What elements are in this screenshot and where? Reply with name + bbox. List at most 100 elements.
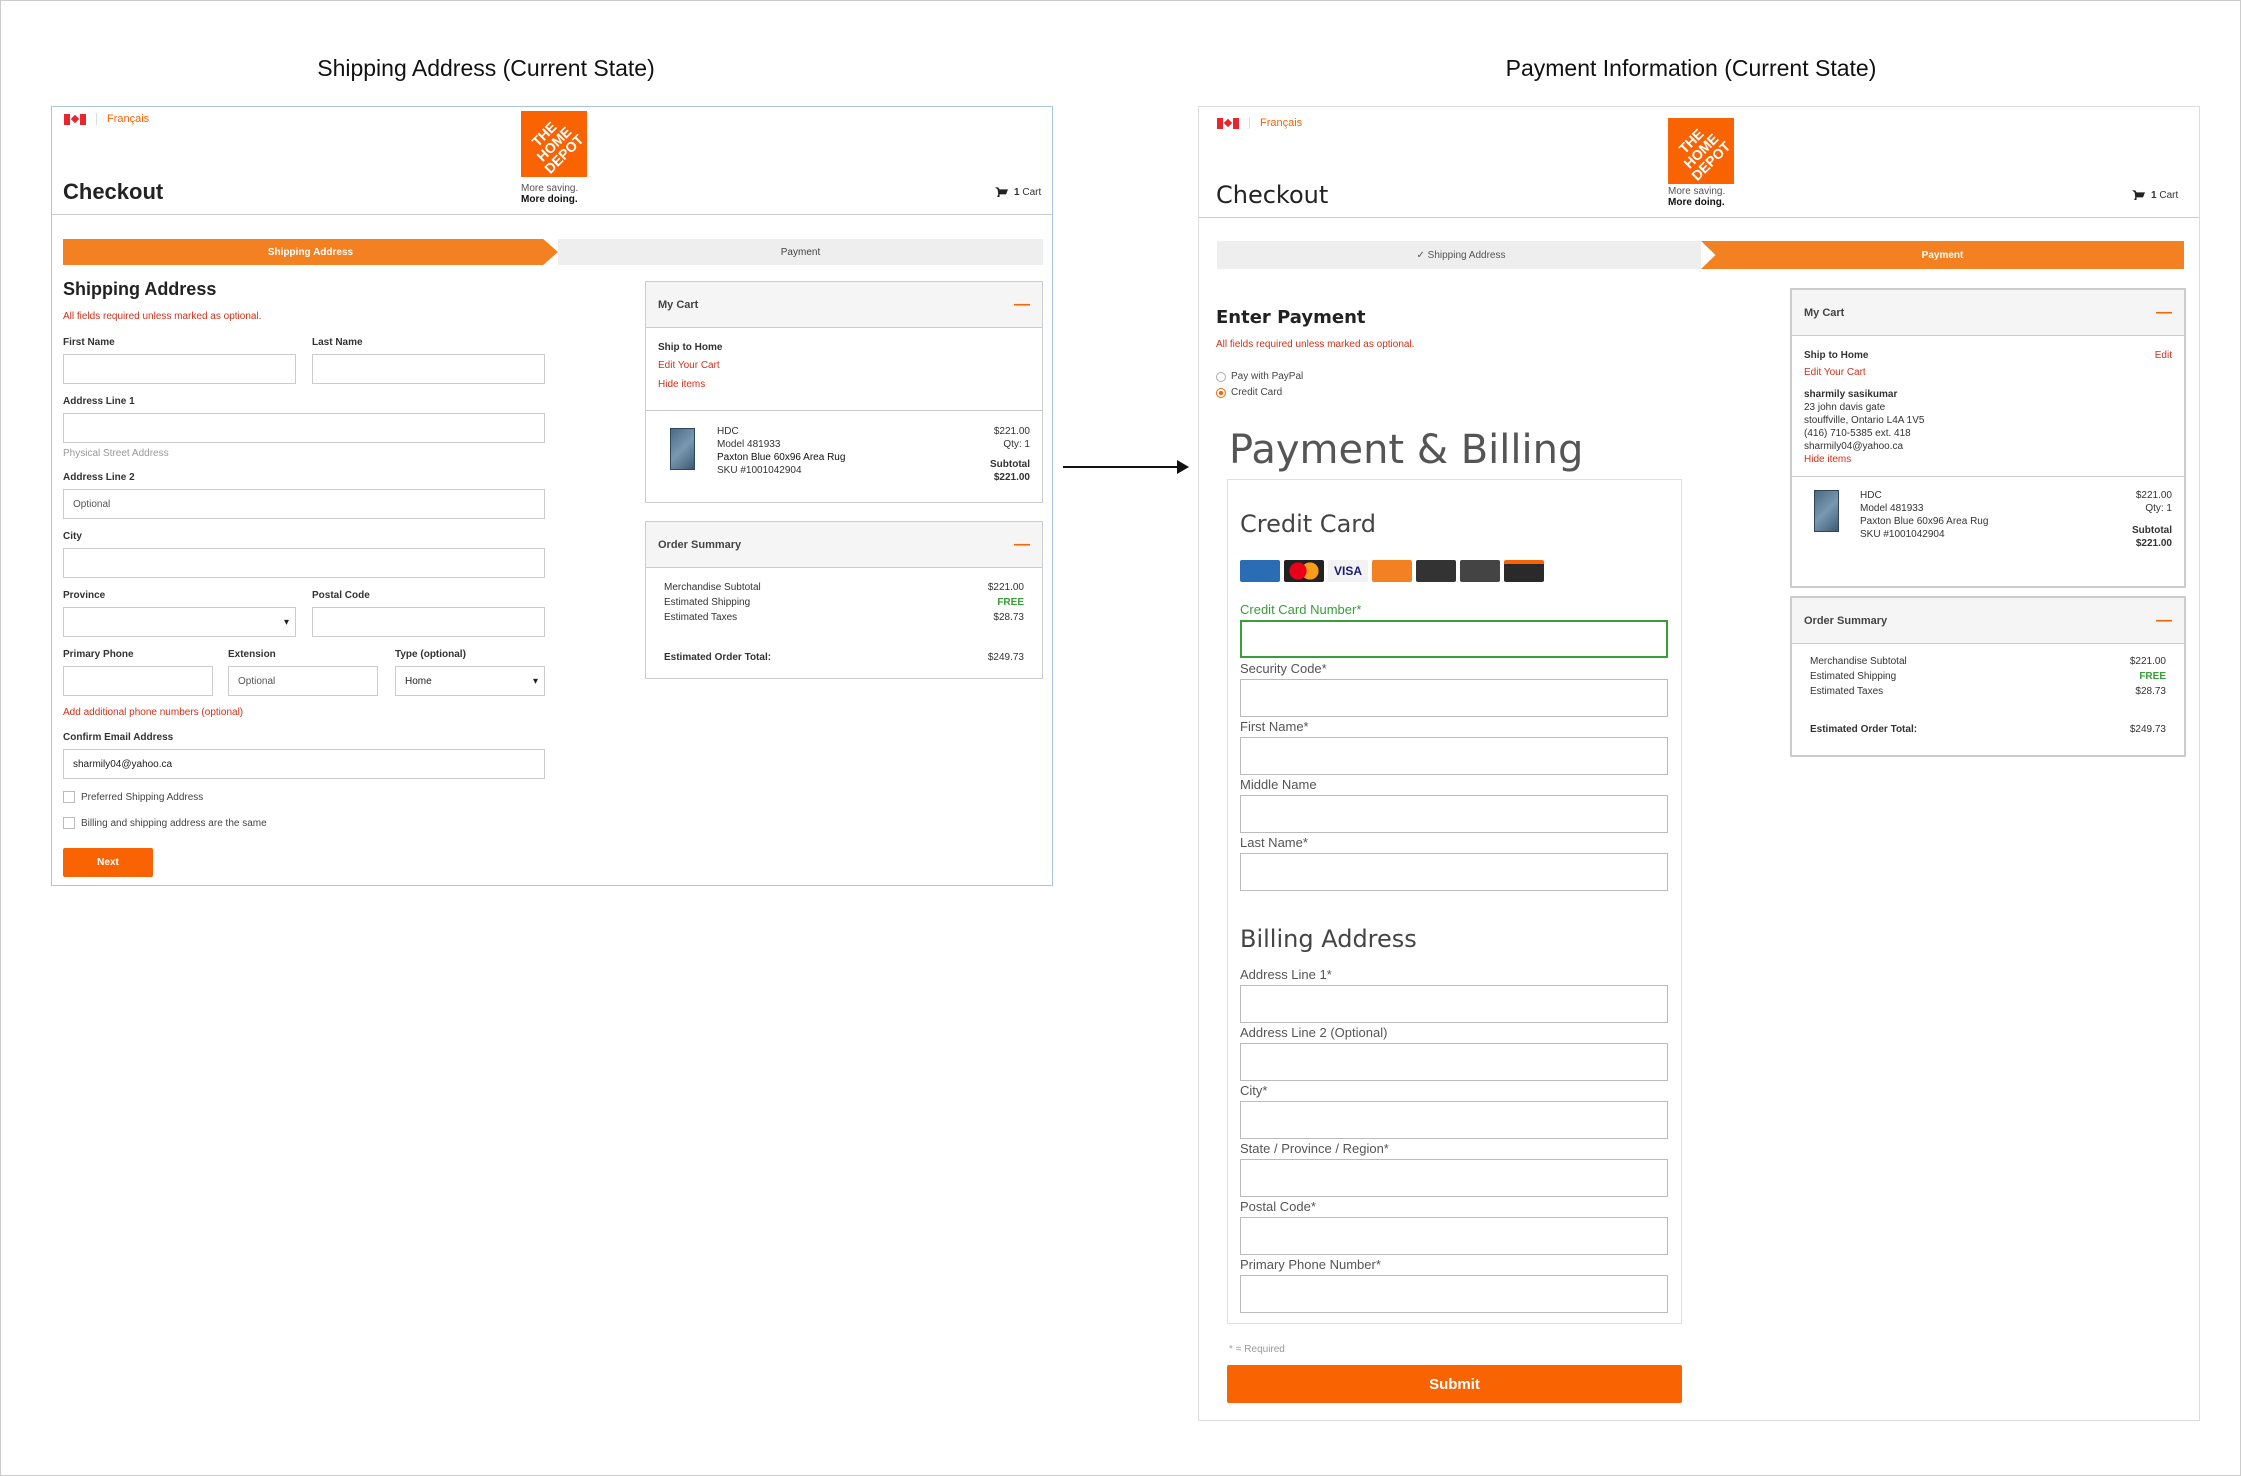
- billing-phone-input[interactable]: [1240, 1275, 1668, 1313]
- step-payment[interactable]: Payment: [1701, 241, 2184, 269]
- extension-label: Extension: [228, 649, 276, 660]
- mastercard-icon: [1284, 560, 1324, 582]
- lang-link[interactable]: Français: [1249, 117, 1302, 129]
- postal-input[interactable]: [312, 607, 545, 637]
- add-phone-link[interactable]: Add additional phone numbers (optional): [63, 707, 243, 718]
- payment-form: Credit Card VISA Credit Card Number* Sec…: [1227, 479, 1682, 1324]
- first-name-input[interactable]: [63, 354, 296, 384]
- email-label: Confirm Email Address: [63, 732, 174, 743]
- preferred-shipping-checkbox[interactable]: Preferred Shipping Address: [63, 791, 203, 803]
- order-total-label: Estimated Order Total:: [664, 652, 772, 663]
- left-caption: Shipping Address (Current State): [317, 55, 655, 81]
- subtotal-label: Subtotal: [2132, 525, 2172, 536]
- order-summary-header[interactable]: Order Summary —: [1792, 598, 2184, 644]
- email-input[interactable]: sharmily04@yahoo.ca: [63, 749, 545, 779]
- billing-address1-input[interactable]: [1240, 985, 1668, 1023]
- order-summary-panel: Order Summary — Merchandise Subtotal $221…: [1790, 596, 2186, 757]
- rug-thumbnail[interactable]: [1814, 490, 1839, 532]
- address-line: sharmily04@yahoo.ca: [1804, 441, 1904, 452]
- billing-address2-input[interactable]: [1240, 1043, 1668, 1081]
- billing-phone-label: Primary Phone Number*: [1240, 1257, 1381, 1272]
- edit-cart-link[interactable]: Edit Your Cart: [1804, 367, 1866, 378]
- address1-label: Address Line 1: [63, 396, 135, 407]
- billing-address2-label: Address Line 2 (Optional): [1240, 1025, 1388, 1040]
- billing-city-input[interactable]: [1240, 1101, 1668, 1139]
- step-shipping[interactable]: Shipping Address: [63, 239, 558, 265]
- locale-switch: Français: [1217, 117, 1302, 129]
- home-depot-logo[interactable]: THE HOME DEPOT: [521, 111, 587, 177]
- postal-label: Postal Code: [312, 590, 370, 601]
- province-select[interactable]: [63, 607, 296, 637]
- address-name: sharmily sasikumar: [1804, 389, 1898, 400]
- city-input[interactable]: [63, 548, 545, 578]
- phone-input[interactable]: [63, 666, 213, 696]
- billing-postal-input[interactable]: [1240, 1217, 1668, 1255]
- edit-cart-link[interactable]: Edit Your Cart: [658, 360, 720, 371]
- item-name[interactable]: Paxton Blue 60x96 Area Rug: [717, 452, 845, 463]
- billing-state-label: State / Province / Region*: [1240, 1141, 1389, 1156]
- collapse-icon[interactable]: —: [2156, 612, 2172, 630]
- card-number-label: Credit Card Number*: [1240, 602, 1362, 617]
- item-price: $221.00: [2135, 490, 2172, 501]
- locale-switch: Français: [64, 113, 149, 125]
- cart-link[interactable]: 1 Cart: [995, 187, 1041, 198]
- province-label: Province: [63, 590, 106, 601]
- first-name-label: First Name: [63, 337, 115, 348]
- security-code-input[interactable]: [1240, 679, 1668, 717]
- my-cart-header[interactable]: My Cart —: [1792, 290, 2184, 336]
- payment-screen: Français THE HOME DEPOT More saving. More…: [1198, 106, 2200, 1421]
- credit-card-radio[interactable]: Credit Card: [1216, 387, 1282, 398]
- cart-link[interactable]: 1 Cart: [2132, 190, 2178, 201]
- edit-shipping-link[interactable]: Edit: [2155, 350, 2172, 361]
- item-sku: SKU #1001042904: [1860, 529, 1945, 540]
- card-number-input[interactable]: [1240, 620, 1668, 658]
- canvas: Shipping Address (Current State) Payment…: [0, 0, 2241, 1476]
- submit-button[interactable]: Submit: [1227, 1365, 1682, 1403]
- last-name-label: Last Name*: [1240, 835, 1308, 850]
- step-shipping[interactable]: ✓ Shipping Address: [1217, 241, 1701, 269]
- home-depot-logo[interactable]: THE HOME DEPOT: [1668, 118, 1734, 184]
- next-button[interactable]: Next: [63, 848, 153, 877]
- summary-row-value: $28.73: [993, 612, 1024, 623]
- home-depot-card-icon: [1372, 560, 1412, 582]
- paypal-radio[interactable]: Pay with PayPal: [1216, 371, 1303, 382]
- city-label: City: [63, 531, 82, 542]
- billing-address1-label: Address Line 1*: [1240, 967, 1332, 982]
- lang-link[interactable]: Français: [96, 113, 149, 125]
- type-label: Type (optional): [395, 649, 466, 660]
- collapse-icon[interactable]: —: [2156, 304, 2172, 322]
- rug-thumbnail[interactable]: [670, 428, 695, 470]
- extension-input[interactable]: Optional: [228, 666, 378, 696]
- amex-card-icon: [1240, 560, 1280, 582]
- hide-items-link[interactable]: Hide items: [1804, 454, 1851, 465]
- address2-input[interactable]: Optional: [63, 489, 545, 519]
- billing-state-input[interactable]: [1240, 1159, 1668, 1197]
- visa-card-icon: VISA: [1328, 560, 1368, 582]
- item-sku: SKU #1001042904: [717, 465, 802, 476]
- first-name-input[interactable]: [1240, 737, 1668, 775]
- address1-hint: Physical Street Address: [63, 448, 169, 459]
- radio-selected-icon: [1216, 387, 1226, 398]
- summary-row-label: Estimated Taxes: [1810, 686, 1884, 697]
- type-select[interactable]: Home: [395, 666, 545, 696]
- hide-items-link[interactable]: Hide items: [658, 379, 705, 390]
- order-summary-panel: Order Summary — Merchandise Subtotal $221…: [645, 521, 1043, 679]
- collapse-icon[interactable]: —: [1014, 296, 1030, 314]
- last-name-input[interactable]: [312, 354, 545, 384]
- summary-row-label: Merchandise Subtotal: [1810, 656, 1907, 667]
- order-summary-header[interactable]: Order Summary —: [646, 522, 1042, 568]
- item-name[interactable]: Paxton Blue 60x96 Area Rug: [1860, 516, 1988, 527]
- last-name-input[interactable]: [1240, 853, 1668, 891]
- order-total-label: Estimated Order Total:: [1810, 724, 1918, 735]
- item-qty: Qty: 1: [1003, 439, 1030, 450]
- my-cart-header[interactable]: My Cart —: [646, 282, 1042, 328]
- collapse-icon[interactable]: —: [1014, 536, 1030, 554]
- address1-input[interactable]: [63, 413, 545, 443]
- step-payment[interactable]: Payment: [558, 239, 1043, 265]
- cart-divider: [1792, 476, 2184, 477]
- my-cart-panel: My Cart — Ship to Home Edit Edit Your Car…: [1790, 288, 2186, 588]
- billing-postal-label: Postal Code*: [1240, 1199, 1316, 1214]
- summary-row-value: $221.00: [2129, 656, 2166, 667]
- middle-name-input[interactable]: [1240, 795, 1668, 833]
- billing-same-checkbox[interactable]: Billing and shipping address are the sam…: [63, 817, 267, 829]
